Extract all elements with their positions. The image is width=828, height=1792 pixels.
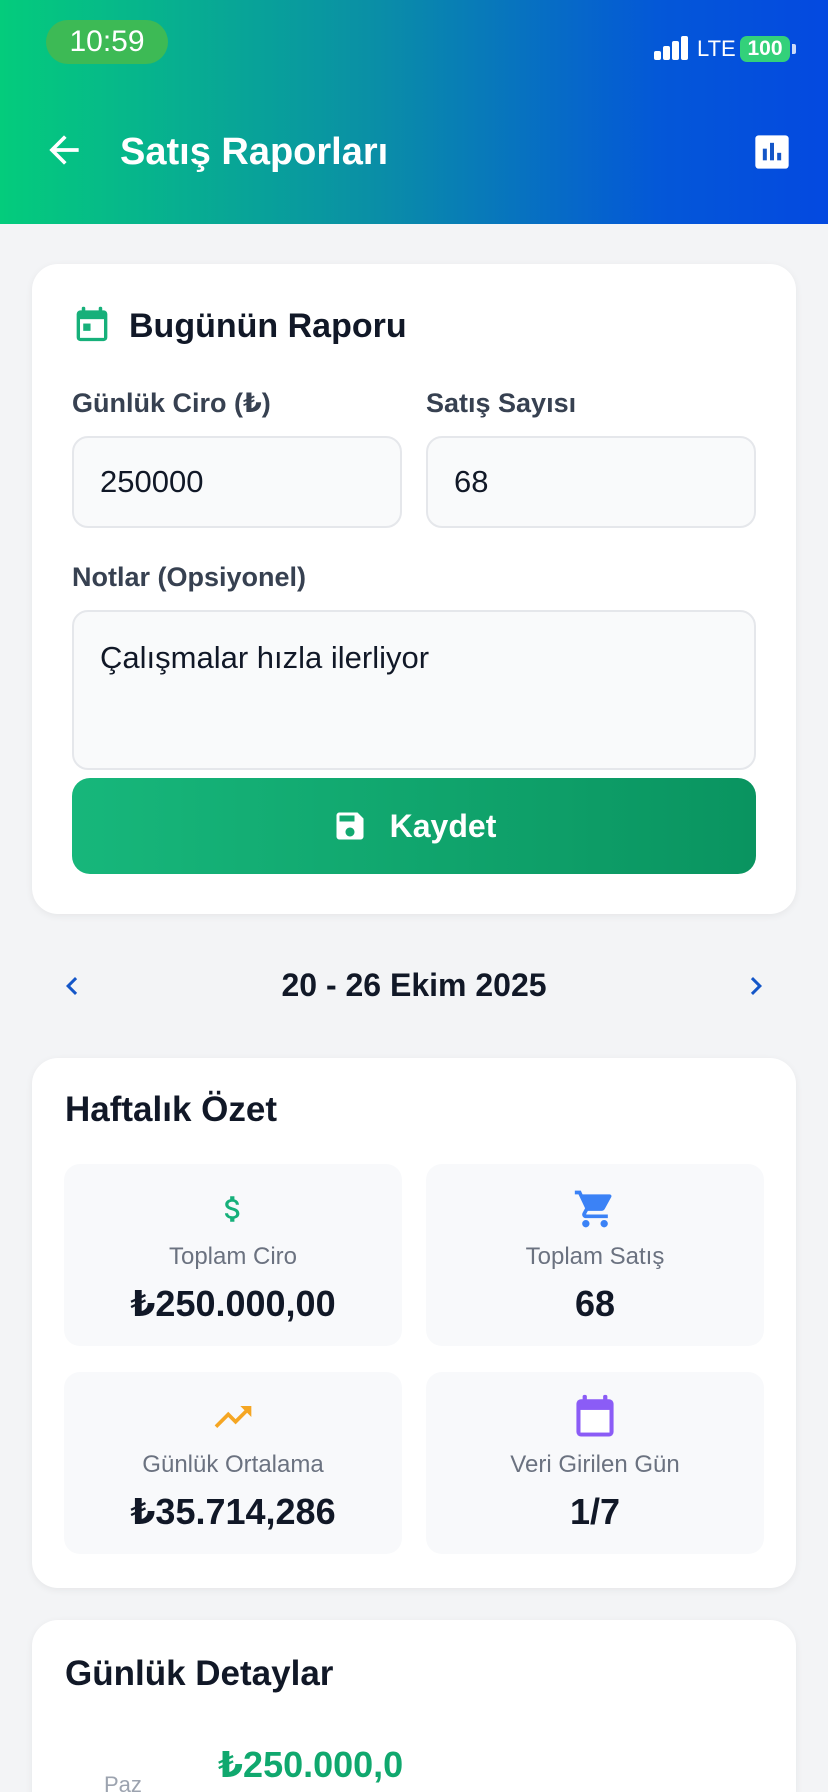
arrow-left-icon xyxy=(49,135,79,165)
sales-count-input[interactable]: 68 xyxy=(426,436,756,528)
today-report-title: Bugünün Raporu xyxy=(129,307,407,345)
stat-label: Günlük Ortalama xyxy=(142,1451,324,1478)
week-navigator: 20 - 26 Ekim 2025 xyxy=(32,950,796,1020)
save-button[interactable]: Kaydet xyxy=(72,778,756,874)
status-bar: 10:59 LTE 100 xyxy=(0,0,828,90)
stat-value: ₺250.000,00 xyxy=(130,1283,336,1324)
stat-value: 68 xyxy=(574,1283,616,1324)
daily-row-amount: ₺250.000,0 xyxy=(218,1744,404,1785)
bar-chart-icon xyxy=(755,135,789,169)
weekly-summary-title: Haftalık Özet xyxy=(65,1090,277,1129)
battery-tip xyxy=(792,44,796,54)
calendar-today-icon xyxy=(74,306,110,344)
stat-days-entered: Veri Girilen Gün 1/7 xyxy=(426,1372,764,1554)
week-range-label: 20 - 26 Ekim 2025 xyxy=(281,967,547,1003)
back-button[interactable] xyxy=(42,128,86,172)
stat-total-sales: Toplam Satış 68 xyxy=(426,1164,764,1346)
notes-label: Notlar (Opsiyonel) xyxy=(72,562,307,592)
stat-label: Toplam Ciro xyxy=(168,1243,298,1270)
reports-button[interactable] xyxy=(752,132,792,172)
stat-total-revenue: Toplam Ciro ₺250.000,00 xyxy=(64,1164,402,1346)
daily-details-card: Günlük Detaylar Paz ₺250.000,0 xyxy=(32,1620,796,1792)
daily-row-day: Paz xyxy=(104,1772,142,1792)
status-time: 10:59 xyxy=(46,20,168,64)
stat-value: 1/7 xyxy=(569,1491,621,1532)
trending-up-icon xyxy=(206,1394,260,1440)
signal-icon xyxy=(654,36,690,60)
page-title: Satış Raporları xyxy=(120,131,389,173)
chevron-right-icon xyxy=(750,977,762,995)
save-button-label: Kaydet xyxy=(389,807,497,844)
dollar-icon xyxy=(206,1186,260,1232)
save-icon xyxy=(336,812,364,840)
cart-icon xyxy=(568,1186,622,1232)
stat-value: ₺35.714,286 xyxy=(130,1491,336,1532)
stat-label: Veri Girilen Gün xyxy=(510,1451,680,1478)
calendar-icon xyxy=(568,1394,622,1440)
network-type: LTE xyxy=(697,36,736,61)
next-week-button[interactable] xyxy=(738,968,774,1004)
daily-details-title: Günlük Detaylar xyxy=(65,1654,334,1693)
today-report-card: Bugünün Raporu Günlük Ciro (₺) 250000 Sa… xyxy=(32,264,796,914)
app-header: 10:59 LTE 100 Satış Raporları xyxy=(0,0,828,224)
revenue-label: Günlük Ciro (₺) xyxy=(72,388,271,418)
notes-textarea[interactable]: Çalışmalar hızla ilerliyor xyxy=(72,610,756,770)
stat-daily-average: Günlük Ortalama ₺35.714,286 xyxy=(64,1372,402,1554)
battery-icon: 100 xyxy=(740,36,790,62)
stat-label: Toplam Satış xyxy=(525,1243,665,1270)
sales-count-label: Satış Sayısı xyxy=(426,388,577,418)
revenue-input[interactable]: 250000 xyxy=(72,436,402,528)
weekly-summary-card: Haftalık Özet Toplam Ciro ₺250.000,00 To… xyxy=(32,1058,796,1588)
